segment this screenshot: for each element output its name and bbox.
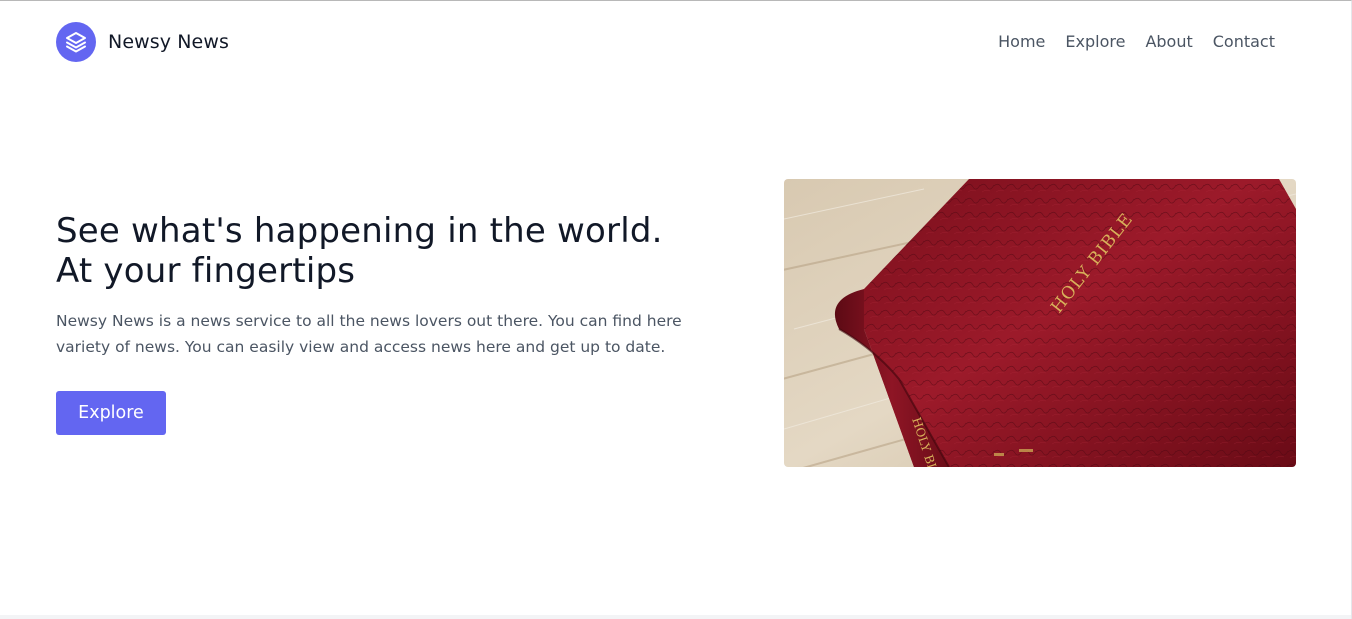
nav-contact[interactable]: Contact	[1213, 32, 1275, 51]
bible-photo: HOLY BIBLE HOLY BIBLE	[784, 179, 1296, 467]
explore-button[interactable]: Explore	[56, 391, 166, 435]
hero-title: See what's happening in the world. At yo…	[56, 211, 663, 291]
hero-image: HOLY BIBLE HOLY BIBLE	[784, 179, 1296, 467]
hero-title-line-1: See what's happening in the world.	[56, 211, 663, 251]
brand-name: Newsy News	[108, 31, 229, 53]
main-nav: Home Explore About Contact	[998, 32, 1275, 51]
nav-explore[interactable]: Explore	[1065, 32, 1125, 51]
page: Newsy News Home Explore About Contact Se…	[0, 0, 1352, 619]
hero-description: Newsy News is a news service to all the …	[56, 312, 682, 356]
nav-home[interactable]: Home	[998, 32, 1045, 51]
brand-link[interactable]: Newsy News	[56, 22, 229, 62]
hero-title-line-2: At your fingertips	[56, 251, 356, 291]
nav-about[interactable]: About	[1145, 32, 1192, 51]
layers-icon	[56, 22, 96, 62]
